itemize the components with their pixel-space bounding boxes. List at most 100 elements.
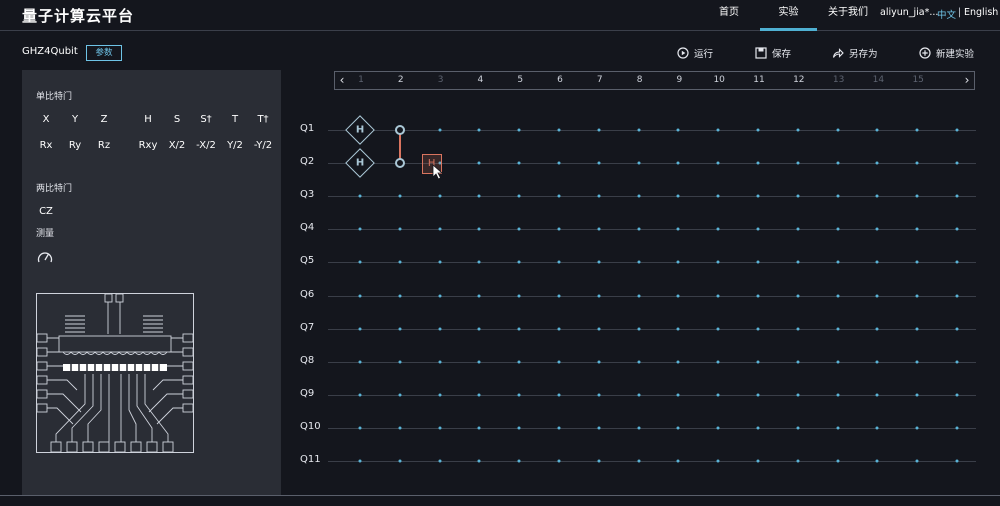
grid-slot[interactable]	[477, 459, 481, 463]
grid-slot[interactable]	[875, 294, 879, 297]
grid-slot[interactable]	[438, 426, 442, 430]
grid-slot[interactable]	[716, 393, 720, 397]
grid-slot[interactable]	[955, 194, 959, 198]
grid-slot[interactable]	[796, 194, 800, 198]
grid-slot[interactable]	[875, 459, 879, 463]
grid-slot[interactable]	[836, 327, 840, 331]
grid-slot[interactable]	[756, 294, 760, 297]
grid-slot[interactable]	[477, 194, 481, 198]
grid-slot[interactable]	[438, 393, 442, 397]
gate-s[interactable]: S	[174, 114, 180, 125]
grid-slot[interactable]	[955, 393, 959, 397]
grid-slot[interactable]	[637, 294, 641, 297]
grid-slot[interactable]	[756, 327, 760, 331]
grid-slot[interactable]	[836, 294, 840, 297]
grid-slot[interactable]	[637, 327, 641, 331]
grid-slot[interactable]	[637, 393, 641, 397]
grid-slot[interactable]	[557, 393, 561, 397]
new-experiment-button[interactable]: 新建实验	[919, 45, 974, 61]
grid-slot[interactable]	[517, 161, 521, 165]
grid-slot[interactable]	[477, 393, 481, 397]
grid-slot[interactable]	[875, 426, 879, 430]
grid-slot[interactable]	[438, 360, 442, 364]
grid-slot[interactable]	[955, 459, 959, 463]
grid-slot[interactable]	[637, 194, 641, 198]
grid-slot[interactable]	[557, 294, 561, 297]
grid-slot[interactable]	[676, 327, 680, 331]
grid-slot[interactable]	[477, 426, 481, 430]
grid-slot[interactable]	[358, 227, 362, 231]
grid-slot[interactable]	[676, 194, 680, 198]
grid-slot[interactable]	[358, 459, 362, 463]
grid-slot[interactable]	[477, 227, 481, 231]
grid-slot[interactable]	[637, 128, 641, 132]
grid-slot[interactable]	[398, 426, 402, 430]
grid-slot[interactable]	[557, 426, 561, 430]
grid-slot[interactable]	[756, 161, 760, 165]
cz-control-node[interactable]	[394, 125, 405, 135]
grid-slot[interactable]	[796, 161, 800, 165]
grid-slot[interactable]	[796, 128, 800, 132]
grid-slot[interactable]	[915, 260, 919, 264]
grid-slot[interactable]	[557, 360, 561, 364]
grid-slot[interactable]	[358, 260, 362, 264]
grid-slot[interactable]	[517, 294, 521, 297]
grid-slot[interactable]	[477, 360, 481, 364]
grid-slot[interactable]	[955, 227, 959, 231]
save-as-button[interactable]: 另存为	[832, 45, 878, 61]
grid-slot[interactable]	[637, 360, 641, 364]
grid-slot[interactable]	[796, 227, 800, 231]
grid-slot[interactable]	[915, 194, 919, 198]
grid-slot[interactable]	[836, 227, 840, 231]
grid-slot[interactable]	[955, 327, 959, 331]
grid-slot[interactable]	[398, 294, 402, 297]
grid-slot[interactable]	[597, 426, 601, 430]
grid-slot[interactable]	[398, 327, 402, 331]
params-button[interactable]: 参数	[86, 45, 122, 61]
grid-slot[interactable]	[756, 426, 760, 430]
grid-slot[interactable]	[597, 393, 601, 397]
grid-slot[interactable]	[836, 194, 840, 198]
grid-slot[interactable]	[557, 260, 561, 264]
grid-slot[interactable]	[836, 128, 840, 132]
grid-slot[interactable]	[836, 393, 840, 397]
grid-slot[interactable]	[398, 360, 402, 364]
grid-slot[interactable]	[358, 327, 362, 331]
grid-slot[interactable]	[438, 227, 442, 231]
gate-rx[interactable]: Rx	[40, 140, 53, 151]
nav-experiment[interactable]: 实验	[760, 0, 817, 31]
grid-slot[interactable]	[398, 227, 402, 231]
grid-slot[interactable]	[915, 393, 919, 397]
gate-minus-x-half[interactable]: -X/2	[196, 140, 216, 151]
grid-slot[interactable]	[676, 128, 680, 132]
grid-slot[interactable]	[517, 128, 521, 132]
grid-slot[interactable]	[716, 260, 720, 264]
gate-cz[interactable]: CZ	[39, 206, 53, 217]
grid-slot[interactable]	[875, 260, 879, 264]
grid-slot[interactable]	[836, 360, 840, 364]
grid-slot[interactable]	[756, 459, 760, 463]
grid-slot[interactable]	[477, 327, 481, 331]
grid-slot[interactable]	[597, 161, 601, 165]
grid-slot[interactable]	[756, 260, 760, 264]
grid-slot[interactable]	[597, 459, 601, 463]
grid-slot[interactable]	[358, 360, 362, 364]
grid-slot[interactable]	[676, 393, 680, 397]
grid-slot[interactable]	[438, 260, 442, 264]
grid-slot[interactable]	[557, 227, 561, 231]
grid-slot[interactable]	[796, 360, 800, 364]
grid-slot[interactable]	[875, 194, 879, 198]
h-gate[interactable]: H	[345, 148, 375, 178]
grid-slot[interactable]	[676, 260, 680, 264]
gate-y-half[interactable]: Y/2	[227, 140, 243, 151]
grid-slot[interactable]	[915, 227, 919, 231]
gate-ry[interactable]: Ry	[69, 140, 81, 151]
grid-slot[interactable]	[597, 327, 601, 331]
grid-slot[interactable]	[756, 194, 760, 198]
grid-slot[interactable]	[875, 128, 879, 132]
lang-en-link[interactable]: English	[964, 7, 998, 18]
grid-slot[interactable]	[517, 327, 521, 331]
grid-slot[interactable]	[955, 161, 959, 165]
grid-slot[interactable]	[676, 426, 680, 430]
grid-slot[interactable]	[955, 294, 959, 297]
